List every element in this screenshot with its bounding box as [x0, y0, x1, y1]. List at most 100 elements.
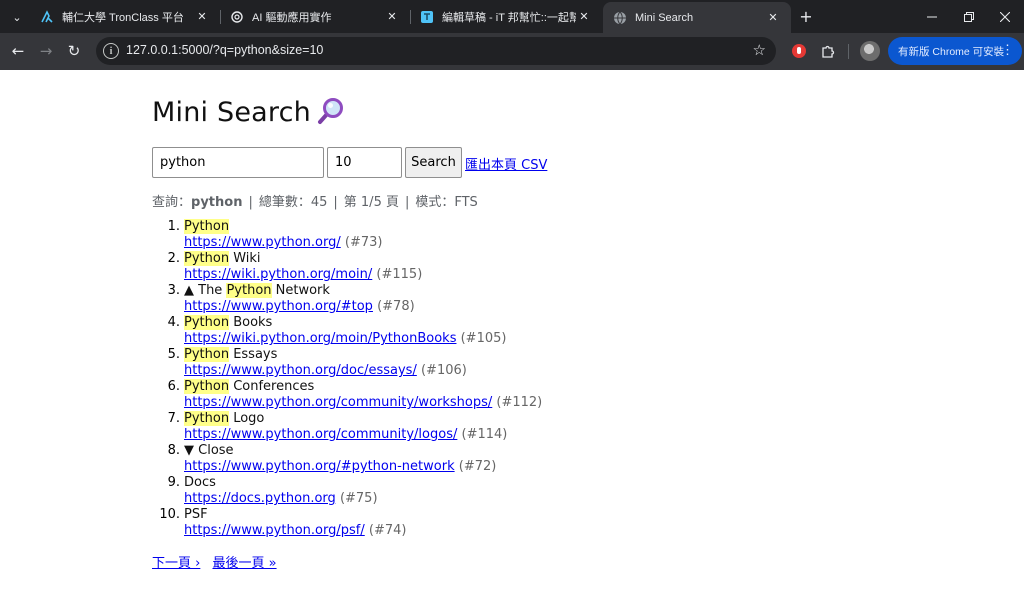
result-id: (#78) — [377, 299, 415, 314]
tab-mini-search[interactable]: Mini Search ✕ — [603, 2, 791, 33]
result-id: (#72) — [458, 459, 497, 474]
result-url-line: https://www.python.org/community/worksho… — [184, 395, 542, 411]
tab-tronclass[interactable]: 輔仁大學 TronClass 平台 ✕ — [30, 0, 220, 33]
page-indicator: 第 1/5 頁 — [343, 195, 399, 210]
close-icon[interactable]: ✕ — [765, 10, 781, 26]
browser-toolbar: ← → ↻ i 127.0.0.1:5000/?q=python&size=10… — [0, 33, 1024, 70]
update-label: 有新版 Chrome 可安裝 — [898, 45, 1005, 58]
site-info-icon[interactable]: i — [103, 43, 119, 59]
tab-title: AI 驅動應用實作 — [252, 11, 332, 24]
forward-arrow-icon[interactable]: → — [34, 39, 58, 63]
result-title-suffix: Conferences — [229, 379, 315, 394]
result-id: (#112) — [496, 395, 543, 410]
search-button[interactable]: Search — [405, 147, 462, 178]
result-url-line: https://www.python.org/#top (#78) — [184, 299, 415, 315]
globe-icon — [613, 11, 627, 25]
extension-record-icon[interactable] — [789, 41, 809, 61]
restore-icon[interactable] — [950, 0, 988, 33]
tab-title: Mini Search — [635, 11, 694, 24]
result-item: 5. Python Essays https://www.python.org/do… — [152, 347, 752, 379]
tronclass-icon — [40, 9, 54, 24]
window-close-icon[interactable] — [986, 0, 1024, 33]
result-link[interactable]: https://www.python.org/#top — [184, 299, 373, 314]
result-url-line: https://www.python.org/community/logos/ … — [184, 427, 507, 443]
results-list: 1. Python https://www.python.org/ (#73) 2. P… — [152, 219, 752, 539]
result-title-highlight: Python — [184, 411, 230, 426]
bookmark-star-icon[interactable]: ☆ — [753, 41, 766, 59]
result-link[interactable]: https://www.python.org/community/logos/ — [184, 427, 457, 442]
result-number: 2. — [167, 251, 180, 266]
minimize-icon[interactable] — [913, 0, 951, 33]
address-bar[interactable]: i 127.0.0.1:5000/?q=python&size=10 ☆ — [96, 37, 776, 65]
result-item: 7. Python Logo https://www.python.org/comm… — [152, 411, 752, 443]
result-title: Python Conferences — [184, 379, 314, 395]
profile-avatar[interactable] — [860, 41, 880, 61]
result-title-highlight: Python — [184, 251, 230, 266]
tab-search-chevron-down-icon[interactable]: ⌄ — [6, 6, 28, 28]
result-link[interactable]: https://www.python.org/psf/ — [184, 523, 365, 538]
close-icon[interactable]: ✕ — [194, 9, 210, 25]
result-title: Docs — [184, 475, 216, 491]
back-arrow-icon[interactable]: ← — [6, 39, 30, 63]
result-item: 1. Python https://www.python.org/ (#73) — [152, 219, 752, 251]
chrome-update-button[interactable]: 有新版 Chrome 可安裝 ⋮ — [888, 37, 1022, 65]
result-id: (#115) — [376, 267, 423, 282]
result-url-line: https://www.python.org/doc/essays/ (#106… — [184, 363, 467, 379]
result-url-line: https://wiki.python.org/moin/ (#115) — [184, 267, 422, 283]
result-title-prefix: ▼ Close — [184, 443, 234, 458]
result-url-line: https://www.python.org/psf/ (#74) — [184, 523, 406, 539]
tab-ithelp[interactable]: 編輯草稿 - iT 邦幫忙::一起幫忙解決難題 ✕ — [410, 0, 602, 33]
new-tab-plus-icon[interactable]: + — [796, 6, 816, 26]
extensions-puzzle-icon[interactable] — [818, 41, 838, 61]
result-id: (#73) — [344, 235, 383, 250]
result-item: 2. Python Wiki https://wiki.python.org/moi… — [152, 251, 752, 283]
result-number: 1. — [167, 219, 180, 234]
page-viewport: Mini Search Search 匯出本頁 CSV 查詢：python|總筆… — [0, 70, 1024, 602]
page-title-text: Mini Search — [152, 97, 311, 128]
result-link[interactable]: https://www.python.org/doc/essays/ — [184, 363, 417, 378]
export-csv-link[interactable]: 匯出本頁 CSV — [465, 154, 547, 173]
tab-title: 輔仁大學 TronClass 平台 — [62, 11, 184, 24]
result-title-highlight: Python — [226, 283, 272, 298]
result-title-highlight: Python — [184, 219, 230, 234]
result-number: 5. — [167, 347, 180, 362]
result-item: 4. Python Books https://wiki.python.org/mo… — [152, 315, 752, 347]
result-title-prefix: PSF — [184, 507, 208, 522]
result-title-highlight: Python — [184, 379, 230, 394]
result-item: 6. Python Conferences https://www.python.o… — [152, 379, 752, 411]
ithome-icon — [420, 10, 434, 24]
query-label: 查詢： — [152, 195, 192, 210]
search-mode: 模式：FTS — [415, 195, 478, 210]
result-title-highlight: Python — [184, 315, 230, 330]
result-number: 8. — [167, 443, 180, 458]
result-title: Python Logo — [184, 411, 264, 427]
last-page-link[interactable]: 最後一頁 » — [212, 556, 276, 571]
next-page-link[interactable]: 下一頁 › — [152, 556, 200, 571]
url-text[interactable]: 127.0.0.1:5000/?q=python&size=10 — [126, 43, 323, 57]
more-vert-icon[interactable]: ⋮ — [1001, 41, 1014, 59]
result-url-line: https://docs.python.org (#75) — [184, 491, 378, 507]
result-link[interactable]: https://docs.python.org — [184, 491, 336, 506]
query-input[interactable] — [152, 147, 324, 178]
close-icon[interactable]: ✕ — [576, 9, 592, 25]
result-link[interactable]: https://wiki.python.org/moin/PythonBooks — [184, 331, 456, 346]
result-title: ▼ Close — [184, 443, 234, 459]
result-id: (#75) — [339, 491, 378, 506]
page-size-input[interactable] — [327, 147, 402, 178]
tab-ai-app[interactable]: AI 驅動應用實作 ✕ — [220, 0, 410, 33]
result-link[interactable]: https://www.python.org/#python-network — [184, 459, 455, 474]
result-title: Python — [184, 219, 230, 235]
result-url-line: https://wiki.python.org/moin/PythonBooks… — [184, 331, 506, 347]
result-title-suffix: Logo — [229, 411, 265, 426]
result-link[interactable]: https://wiki.python.org/moin/ — [184, 267, 372, 282]
close-icon[interactable]: ✕ — [384, 9, 400, 25]
reload-icon[interactable]: ↻ — [62, 39, 86, 63]
result-link[interactable]: https://www.python.org/ — [184, 235, 341, 250]
search-form: Search 匯出本頁 CSV — [152, 147, 852, 179]
result-url-line: https://www.python.org/ (#73) — [184, 235, 382, 251]
result-title-suffix: Books — [229, 315, 273, 330]
result-link[interactable]: https://www.python.org/community/worksho… — [184, 395, 492, 410]
result-item: 9. Docs https://docs.python.org (#75) — [152, 475, 752, 507]
result-number: 7. — [167, 411, 180, 426]
result-title: Python Books — [184, 315, 272, 331]
